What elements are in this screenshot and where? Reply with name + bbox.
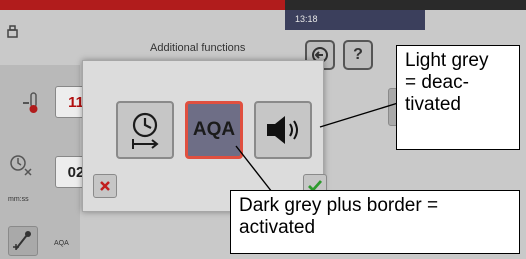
callout-activated: Dark grey plus border = activated <box>230 190 520 254</box>
leader-line-activated <box>235 145 273 193</box>
callout-deactivated: Light grey = deac- tivated <box>396 45 520 150</box>
leader-line-deactivated <box>319 102 399 128</box>
